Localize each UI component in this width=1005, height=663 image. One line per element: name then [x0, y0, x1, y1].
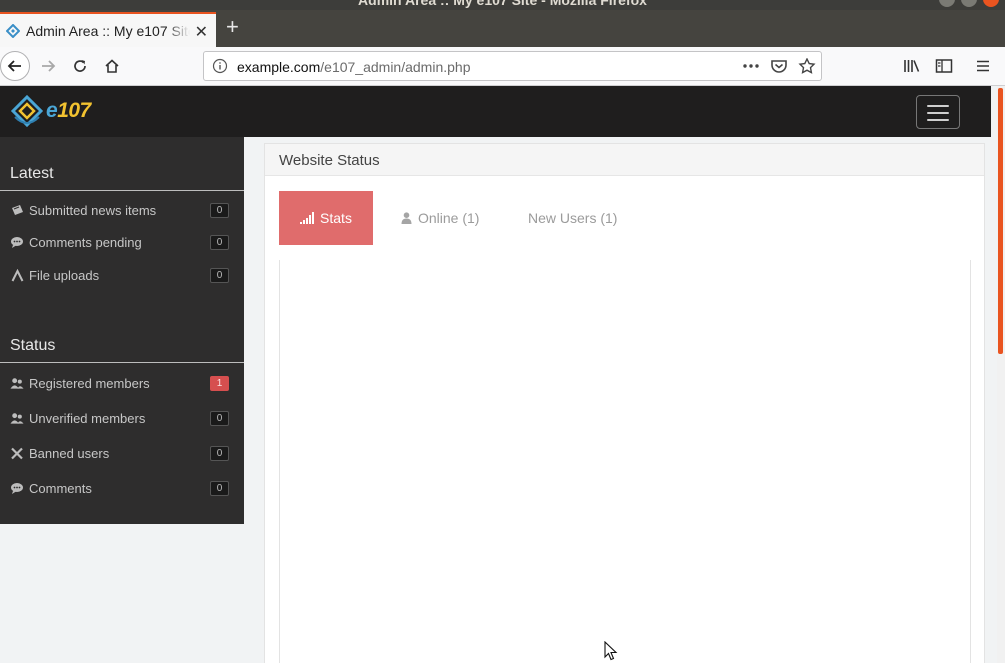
pocket-icon[interactable] [770, 58, 788, 74]
reload-icon [74, 60, 86, 72]
admin-sidebar: Latest Submitted news items 0 Comments p… [0, 137, 244, 524]
count-badge: 0 [210, 480, 229, 496]
comments-icon [10, 481, 24, 495]
sidebar-item-submitted-news[interactable]: Submitted news items 0 [0, 197, 244, 223]
panel-heading: Website Status [265, 144, 984, 176]
hamburger-menu-icon [977, 60, 989, 72]
bookmark-star-icon[interactable] [798, 58, 816, 74]
reload-button[interactable] [66, 52, 94, 80]
page-actions-icon[interactable] [742, 58, 760, 74]
count-badge: 1 [210, 375, 229, 391]
users-icon [10, 411, 24, 425]
tab-new-users[interactable]: New Users (1) [528, 191, 617, 245]
sidebar-item-label: Registered members [29, 375, 150, 391]
library-button[interactable] [898, 52, 926, 80]
logo-text-main: e [46, 99, 58, 122]
count-badge: 0 [210, 267, 229, 283]
window-close-button[interactable] [983, 0, 999, 7]
sidebar-item-label: Banned users [29, 445, 110, 461]
url-path: /e107_admin/admin.php [320, 59, 471, 75]
arrow-right-icon [42, 60, 56, 72]
admin-header: e107 [0, 86, 991, 137]
tab-label: Online (1) [418, 210, 480, 226]
panel-title: Website Status [279, 152, 380, 169]
comments-icon [10, 235, 24, 249]
window-title: Admin Area :: My e107 Site - Mozilla Fir… [358, 0, 647, 8]
nav-toggle-button[interactable] [916, 95, 960, 129]
sidebar-toggle-button[interactable] [930, 52, 958, 80]
nav-toggle-bar [927, 112, 949, 114]
window-titlebar: Admin Area :: My e107 Site - Mozilla Fir… [0, 0, 1005, 10]
news-icon [10, 203, 24, 217]
maximize-button[interactable] [961, 0, 977, 7]
library-icon [904, 60, 920, 72]
user-icon [401, 212, 412, 224]
url-bar[interactable]: example.com/e107_admin/admin.php [203, 51, 822, 81]
back-button[interactable] [0, 51, 30, 81]
tab-online[interactable]: Online (1) [401, 191, 479, 245]
sidebar-item-banned-users[interactable]: Banned users 0 [0, 440, 244, 466]
logo-text-accent: 107 [57, 99, 91, 122]
count-badge: 0 [210, 202, 229, 218]
sidebar-item-registered-members[interactable]: Registered members 1 [0, 370, 244, 396]
browser-tab-strip: Admin Area :: My e107 Site ✕ + [0, 10, 1005, 47]
sidebar-item-file-uploads[interactable]: File uploads 0 [0, 262, 244, 288]
browser-tab[interactable]: Admin Area :: My e107 Site ✕ [0, 12, 216, 47]
new-tab-icon[interactable]: + [226, 16, 239, 38]
forward-button[interactable] [34, 52, 62, 80]
tab-stats[interactable]: Stats [279, 191, 373, 245]
sidebar-item-comments-pending[interactable]: Comments pending 0 [0, 229, 244, 255]
sidebar-item-label: Comments pending [29, 234, 142, 250]
count-badge: 0 [210, 445, 229, 461]
section-divider [0, 190, 244, 191]
website-status-panel: Website Status Stats Online (1) New User… [264, 143, 985, 663]
users-icon [10, 376, 24, 390]
sidebar-icon [935, 59, 953, 73]
e107-logo[interactable]: e107 [10, 95, 91, 127]
nav-toggle-bar [927, 105, 949, 107]
count-badge: 0 [210, 234, 229, 250]
latest-section-title: Latest [10, 165, 54, 182]
sidebar-item-label: Comments [29, 480, 92, 496]
sidebar-item-label: File uploads [29, 267, 100, 283]
url-host: example.com [237, 59, 321, 75]
home-icon [105, 59, 119, 73]
sidebar-item-comments[interactable]: Comments 0 [0, 475, 244, 501]
web-page: e107 Latest Submitted news items 0 Comme… [0, 86, 997, 663]
section-divider [0, 362, 244, 363]
e107-favicon-icon [6, 23, 20, 38]
tab-label: New Users (1) [528, 210, 618, 226]
home-button[interactable] [98, 52, 126, 80]
arrow-left-icon [7, 60, 21, 72]
nav-toggle-bar [927, 119, 949, 121]
browser-nav-bar: example.com/e107_admin/admin.php [0, 47, 1005, 86]
e107-logo-icon [10, 95, 44, 127]
site-info-icon[interactable] [212, 58, 228, 74]
minimize-button[interactable] [939, 0, 955, 7]
url-text[interactable]: example.com/e107_admin/admin.php [237, 59, 471, 75]
sidebar-item-label: Submitted news items [29, 202, 157, 218]
page-scrollbar[interactable] [997, 86, 1005, 663]
tab-close-icon[interactable]: ✕ [195, 22, 208, 42]
sidebar-item-unverified-members[interactable]: Unverified members 0 [0, 405, 244, 431]
count-badge: 0 [210, 410, 229, 426]
signal-bars-icon [300, 212, 315, 224]
stats-tab-content [279, 260, 971, 663]
mouse-cursor-icon [604, 641, 618, 661]
menu-button[interactable] [969, 52, 997, 80]
status-section-title: Status [10, 337, 56, 354]
upload-icon [10, 268, 24, 282]
tab-label: Stats [320, 210, 352, 226]
tab-title: Admin Area :: My e107 Site [26, 22, 190, 39]
scrollbar-thumb[interactable] [998, 88, 1003, 354]
banned-icon [10, 446, 24, 460]
logo-text: e107 [46, 99, 91, 123]
sidebar-item-label: Unverified members [29, 410, 146, 426]
